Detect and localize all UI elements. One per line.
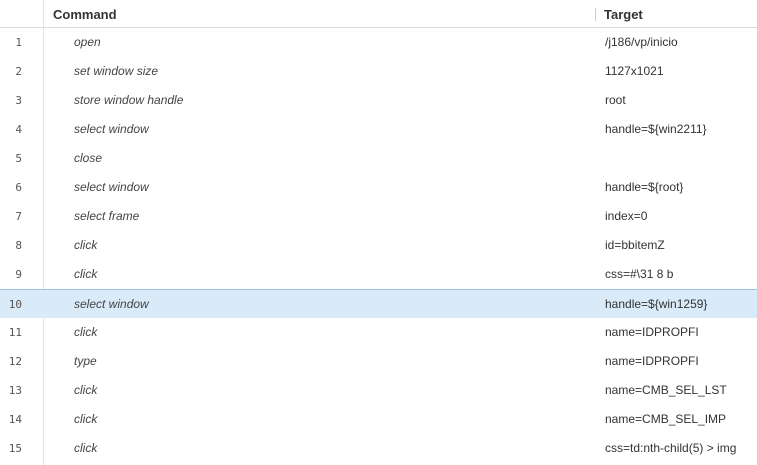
row-command: select window	[74, 297, 149, 311]
command-list: 1 open/j186/vp/inicio 2 set window size 1127…	[0, 28, 757, 463]
row-number: 9	[15, 268, 22, 281]
row-target: name=CMB_SEL_IMP	[605, 412, 727, 426]
row-target: handle=${win2211}	[605, 122, 707, 136]
row-target: name=IDPROPFI	[605, 325, 699, 339]
row-target: css=#\31 8 b	[605, 267, 674, 281]
table-row[interactable]: 15 click css=td:nth-child(5) > img	[0, 434, 757, 463]
table-row[interactable]: 7 select frame index=0	[0, 202, 757, 231]
row-number: 10	[8, 298, 22, 311]
row-number: 14	[8, 413, 22, 426]
table-row[interactable]: 9 click css=#\31 8 b	[0, 260, 757, 289]
row-command: select frame	[74, 209, 140, 223]
row-number: 3	[15, 94, 22, 107]
row-number: 4	[15, 123, 22, 136]
table-row-selected[interactable]: 10 select window handle=${win1259}	[0, 289, 757, 318]
row-target: handle=${root}	[605, 180, 684, 194]
row-target: id=bbitemZ	[605, 238, 665, 252]
column-header-command[interactable]: Command	[53, 7, 117, 22]
table-row[interactable]: 13 click name=CMB_SEL_LST	[0, 376, 757, 405]
row-command: select window	[74, 122, 149, 136]
row-target: css=td:nth-child(5) > img	[605, 441, 737, 455]
row-command: click	[74, 412, 98, 426]
table-row[interactable]: 6 select window handle=${root}	[0, 173, 757, 202]
row-target: name=CMB_SEL_LST	[605, 383, 727, 397]
row-number: 1	[15, 36, 22, 49]
row-target: index=0	[605, 209, 648, 223]
row-target: name=IDPROPFI	[605, 354, 699, 368]
row-command: open	[74, 35, 101, 49]
row-number: 8	[15, 239, 22, 252]
row-command: click	[74, 383, 98, 397]
row-number: 6	[15, 181, 22, 194]
row-command: type	[74, 354, 97, 368]
row-number: 11	[8, 326, 22, 339]
table-row[interactable]: 12 type name=IDPROPFI	[0, 347, 757, 376]
table-row[interactable]: 14 click name=CMB_SEL_IMP	[0, 405, 757, 434]
table-row[interactable]: 5 close	[0, 144, 757, 173]
column-resize-handle[interactable]	[595, 8, 596, 21]
row-command: click	[74, 238, 98, 252]
row-number: 7	[15, 210, 22, 223]
row-command: set window size	[74, 64, 159, 78]
table-header: Command Target	[0, 0, 757, 28]
table-row[interactable]: 3 store window handle root	[0, 86, 757, 115]
row-number: 2	[15, 65, 22, 78]
row-target: root	[605, 93, 626, 107]
table-row[interactable]: 11 click name=IDPROPFI	[0, 318, 757, 347]
row-number: 12	[8, 355, 22, 368]
row-command: click	[74, 325, 98, 339]
table-row[interactable]: 1 open/j186/vp/inicio	[0, 28, 757, 57]
table-row[interactable]: 4 select window handle=${win2211}	[0, 115, 757, 144]
row-command: select window	[74, 180, 149, 194]
row-command: close	[74, 151, 103, 165]
row-number: 5	[15, 152, 22, 165]
table-row[interactable]: 8 click id=bbitemZ	[0, 231, 757, 260]
row-number: 15	[8, 442, 22, 455]
table-row[interactable]: 2 set window size 1127x1021	[0, 57, 757, 86]
column-header-target[interactable]: Target	[604, 7, 643, 22]
row-target: handle=${win1259}	[605, 297, 708, 311]
row-command: click	[74, 441, 98, 455]
row-number: 13	[8, 384, 22, 397]
row-target: 1127x1021	[605, 64, 664, 78]
row-target: /j186/vp/inicio	[605, 35, 678, 49]
row-command: store window handle	[74, 93, 184, 107]
row-command: click	[74, 267, 98, 281]
